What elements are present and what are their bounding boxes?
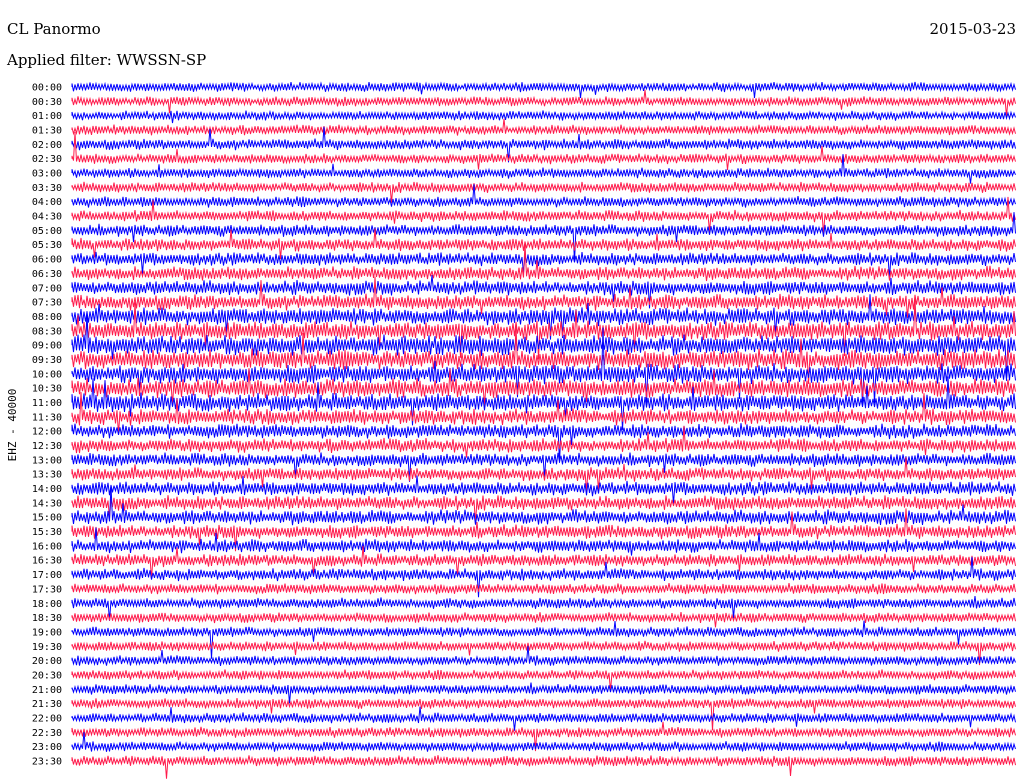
- time-label: 05:30: [32, 240, 62, 251]
- time-label: 04:30: [32, 212, 62, 223]
- time-label: 20:00: [32, 656, 62, 667]
- trace-line: [71, 682, 1016, 704]
- trace-line: [71, 612, 1016, 628]
- time-label: 17:30: [32, 584, 62, 595]
- time-label: 23:30: [32, 757, 62, 768]
- time-label: 10:30: [32, 384, 62, 395]
- trace-line: [71, 118, 1016, 136]
- trace-line: [71, 697, 1016, 731]
- time-label: 07:00: [32, 283, 62, 294]
- time-label: 21:00: [32, 685, 62, 696]
- time-label: 16:30: [32, 556, 62, 567]
- trace-line: [71, 212, 1016, 263]
- time-label: 09:00: [32, 341, 62, 352]
- time-label: 15:30: [32, 527, 62, 538]
- time-label: 00:30: [32, 97, 62, 108]
- time-label: 07:30: [32, 298, 62, 309]
- time-label: 04:00: [32, 197, 62, 208]
- trace-line: [71, 81, 1016, 99]
- y-axis-label: EHZ - 40000: [6, 389, 19, 462]
- time-label: 05:00: [32, 226, 62, 237]
- time-label: 22:30: [32, 728, 62, 739]
- time-label: 14:00: [32, 484, 62, 495]
- trace-line: [71, 131, 1016, 171]
- time-label-group: 00:00 00:30 01:00 01:30 02:00 02:30 03:00 03:30…: [32, 83, 62, 768]
- time-label: 11:30: [32, 412, 62, 423]
- time-label: 12:00: [32, 427, 62, 438]
- helicorder-plot: 00:00 00:30 01:00 01:30 02:00 02:30 03:00 03:30…: [6, 81, 1016, 779]
- time-label: 01:30: [32, 126, 62, 137]
- time-label: 16:00: [32, 541, 62, 552]
- time-label: 08:00: [32, 312, 62, 323]
- time-label: 10:00: [32, 369, 62, 380]
- time-label: 09:30: [32, 355, 62, 366]
- time-label: 21:30: [32, 699, 62, 710]
- time-label: 17:00: [32, 570, 62, 581]
- time-label: 03:00: [32, 169, 62, 180]
- time-label: 22:00: [32, 713, 62, 724]
- time-label: 01:00: [32, 111, 62, 122]
- time-label: 08:30: [32, 326, 62, 337]
- trace-line: [71, 755, 1016, 779]
- time-label: 19:00: [32, 627, 62, 638]
- trace-line: [71, 583, 1016, 595]
- time-label: 13:00: [32, 455, 62, 466]
- time-label: 23:00: [32, 742, 62, 753]
- time-label: 15:00: [32, 513, 62, 524]
- time-label: 12:30: [32, 441, 62, 452]
- trace-line: [71, 109, 1016, 124]
- time-label: 06:30: [32, 269, 62, 280]
- trace-group: [71, 81, 1016, 779]
- trace-line: [71, 706, 1016, 731]
- time-label: 13:30: [32, 470, 62, 481]
- time-label: 18:00: [32, 599, 62, 610]
- time-label: 03:30: [32, 183, 62, 194]
- time-label: 14:30: [32, 498, 62, 509]
- time-label: 06:00: [32, 255, 62, 266]
- time-label: 00:00: [32, 83, 62, 94]
- time-label: 02:00: [32, 140, 62, 151]
- time-label: 19:30: [32, 642, 62, 653]
- time-label: 20:30: [32, 670, 62, 681]
- time-label: 11:00: [32, 398, 62, 409]
- time-label: 18:30: [32, 613, 62, 624]
- trace-line: [71, 620, 1016, 659]
- time-label: 02:30: [32, 154, 62, 165]
